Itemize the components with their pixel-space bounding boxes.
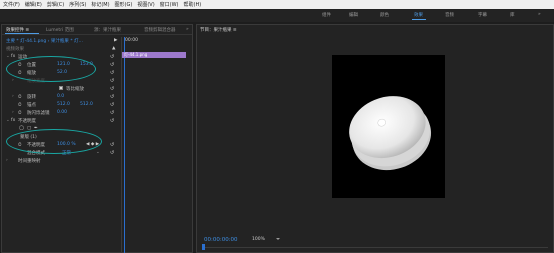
uniform-scale-checkbox[interactable] [59,86,63,90]
rotation-row: › ⏱ 旋转 0.0 ↺ [12,94,115,100]
menu-item[interactable]: 视图(V) [137,1,154,8]
panel-tabs: 效果控件 ≡ Lumetri 范围 源：果汁瓶果 音频剪辑混合器 » [2,25,192,35]
workspace-tab-active[interactable]: 效果 [414,12,423,18]
workspace-bar: 组件 编辑 颜色 效果 音频 字幕 库 » [0,9,554,22]
reset-icon[interactable]: ↺ [110,102,114,108]
expand-icon[interactable]: ⌄ [6,54,10,59]
stopwatch-icon[interactable]: ⏱ [18,110,22,116]
ellipse-mask-icon[interactable]: ◯ [19,126,24,131]
workspace-tab[interactable]: 音频 [445,12,454,18]
workspace-tab[interactable]: 编辑 [349,12,358,18]
reset-icon[interactable]: ↺ [110,142,114,148]
scroll-up-icon[interactable]: ▲ [112,46,115,51]
reset-icon[interactable]: ↺ [110,94,114,100]
reset-icon[interactable]: ↺ [110,78,114,84]
menu-item[interactable]: 编辑(E) [25,1,42,8]
stopwatch-icon[interactable]: ⏱ [18,94,22,100]
menu-bar: 文件(F) 编辑(E) 剪辑(C) 序列(S) 标记(M) 图形(G) 视图(V) 窗口(W)… [0,0,554,9]
timeline-time: 00:00 [125,38,138,43]
chevron-down-icon[interactable]: ⌄ [96,150,100,155]
expand-icon[interactable]: › [6,158,8,163]
fx-icon: fx [11,118,16,123]
annotation-circle [6,56,96,82]
program-monitor: 节目：果汁瓶果 ≡ 00:00:00:00 100% [196,24,554,253]
antiflicker-value[interactable]: 0.00 [57,110,67,115]
video-effects-header: 视频效果 ▲ [6,46,116,52]
expand-icon[interactable]: ⌄ [6,118,10,123]
active-tab-underline [412,19,426,20]
workspace-tab[interactable]: 组件 [322,12,331,18]
fx-icon: fx [11,54,16,59]
stopwatch-icon[interactable]: ⏱ [18,102,22,108]
menu-item[interactable]: 图形(G) [115,1,133,8]
reset-icon[interactable]: ↺ [110,110,114,116]
antiflicker-row: › ⏱ 防闪烁滤镜 0.00 ↺ [12,110,115,116]
play-icon[interactable]: ▶ [114,38,117,43]
anchor-y-value[interactable]: 512.0 [80,102,93,107]
reset-icon[interactable]: ↺ [110,54,114,60]
anchor-x-value[interactable]: 512.0 [57,102,70,107]
program-scrub-bar[interactable] [202,244,548,250]
playhead[interactable] [124,37,125,253]
zoom-select[interactable]: 100% [252,237,280,242]
anchor-row: ⏱ 锚点 512.0 512.0 ↺ [18,102,115,108]
rotation-value[interactable]: 0.0 [57,94,64,99]
tab-lumetri-scopes[interactable]: Lumetri 范围 [46,27,74,33]
reset-icon[interactable]: ↺ [110,70,114,76]
video-frame [332,55,445,198]
clip-bar[interactable]: 灯-44.1.png [122,52,186,58]
effect-timeline: 00:00 灯-44.1.png [121,37,192,253]
tab-audio-clip-mixer[interactable]: 音频剪辑混合器 [144,27,176,33]
tab-source[interactable]: 源：果汁瓶果 [94,27,121,33]
more-workspaces-icon[interactable]: » [538,12,541,17]
opacity-group-row[interactable]: ⌄ fx 不透明度 ↺ [2,117,121,125]
annotation-circle [6,129,102,154]
knob-image [349,96,432,171]
menu-item[interactable]: 序列(S) [69,1,86,8]
reset-icon[interactable]: ↺ [110,62,114,68]
menu-item[interactable]: 标记(M) [91,1,109,8]
menu-item[interactable]: 帮助(H) [184,1,202,8]
menu-item[interactable]: 文件(F) [3,1,20,8]
reset-icon[interactable]: ↺ [110,86,114,92]
program-title: 节目：果汁瓶果 ≡ [200,28,237,33]
effect-controls-panel: 效果控件 ≡ Lumetri 范围 源：果汁瓶果 音频剪辑混合器 » 主要 * … [1,24,193,253]
program-timecode[interactable]: 00:00:00:00 [204,237,238,243]
expand-icon[interactable]: › [12,78,14,83]
expand-icon[interactable]: › [12,94,14,99]
workspace-tab[interactable]: 库 [510,12,515,18]
source-line: 主要 * 灯-44.1.png › 果汁瓶果 * 灯… ▶ [6,38,118,44]
uniform-scale-row: 等比缩放 ↺ [2,85,121,93]
panel-more-icon[interactable]: » [186,27,189,32]
workspace-tab[interactable]: 字幕 [478,12,487,18]
tab-underline [5,33,39,34]
reset-icon[interactable]: ↺ [110,150,114,156]
playhead-handle[interactable] [202,244,205,250]
menu-item[interactable]: 窗口(W) [160,1,179,8]
workspace-tab[interactable]: 颜色 [380,12,389,18]
time-remap-row[interactable]: › 时间重映射 [2,157,121,165]
expand-icon[interactable]: › [12,110,14,115]
reset-icon[interactable]: ↺ [110,118,114,124]
menu-item[interactable]: 剪辑(C) [47,1,64,8]
